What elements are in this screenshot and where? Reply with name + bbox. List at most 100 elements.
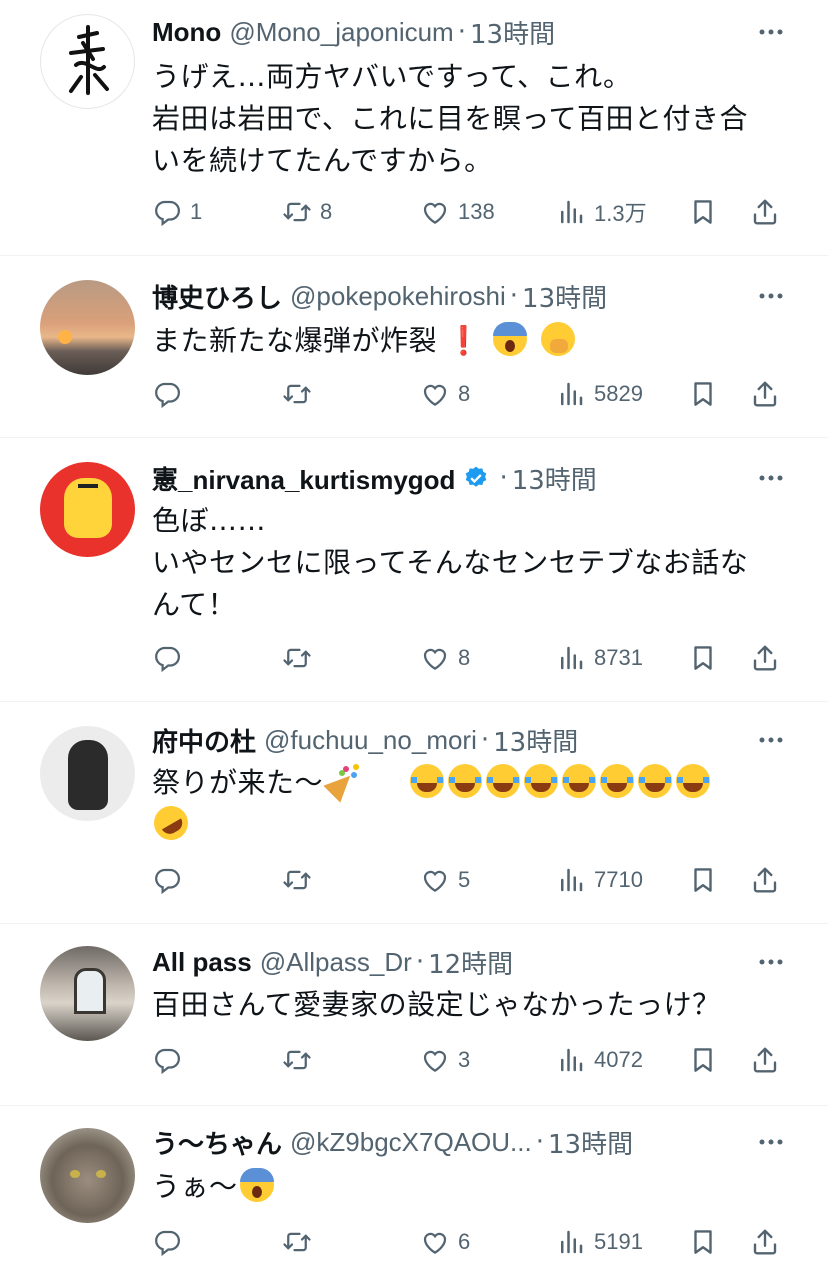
- more-icon[interactable]: [754, 286, 788, 306]
- more-icon[interactable]: [754, 1132, 788, 1152]
- more-icon[interactable]: [754, 22, 788, 42]
- timestamp[interactable]: 13時間: [548, 1124, 633, 1161]
- views-button[interactable]: 4072: [556, 1040, 643, 1080]
- avatar[interactable]: [40, 462, 135, 557]
- views-button[interactable]: 7710: [556, 860, 643, 900]
- bookmark-button[interactable]: [688, 1222, 718, 1262]
- like-button[interactable]: 5: [420, 860, 470, 900]
- display-name[interactable]: Mono: [152, 17, 221, 48]
- retweet-button[interactable]: [282, 1222, 312, 1262]
- timestamp[interactable]: 13時間: [522, 278, 607, 315]
- share-button[interactable]: [750, 1040, 780, 1080]
- user-handle[interactable]: @Mono_japonicum: [229, 17, 453, 48]
- like-icon: [420, 1227, 450, 1257]
- retweet-button[interactable]: [282, 374, 312, 414]
- timestamp[interactable]: 13時間: [470, 14, 555, 51]
- tweet-text: うぁ〜: [152, 1166, 784, 1208]
- display-name[interactable]: All pass: [152, 947, 252, 978]
- reply-button[interactable]: 1: [152, 192, 202, 232]
- retweet-icon: [282, 865, 312, 895]
- tweet-text: うげえ…両方ヤバいですって、これ。 岩田は岩田で、これに目を瞑って百田と付き合 いを…: [152, 56, 784, 182]
- user-handle[interactable]: @pokepokehiroshi: [290, 281, 506, 312]
- exclamation-emoji: ❗: [446, 324, 482, 357]
- reply-count: 1: [190, 199, 203, 224]
- reply-icon: [152, 1227, 182, 1257]
- timestamp[interactable]: 12時間: [428, 944, 513, 981]
- user-handle[interactable]: @kZ9bgcX7QAOU...: [290, 1127, 532, 1158]
- share-button[interactable]: [750, 638, 780, 678]
- rolling-on-floor-laughing-emoji: [147, 799, 195, 847]
- bookmark-button[interactable]: [688, 1040, 718, 1080]
- views-button[interactable]: 8731: [556, 638, 643, 678]
- views-button[interactable]: 5191: [556, 1222, 643, 1262]
- retweet-button[interactable]: 8: [282, 192, 332, 232]
- reply-button[interactable]: [152, 374, 182, 414]
- views-button[interactable]: 1.3万: [556, 192, 647, 232]
- share-button[interactable]: [750, 860, 780, 900]
- retweet-button[interactable]: [282, 860, 312, 900]
- timestamp[interactable]: 13時間: [493, 722, 578, 759]
- bookmark-icon: [688, 643, 718, 673]
- action-bar: 1 8 138 1.3万: [152, 192, 792, 232]
- display-name[interactable]: 博史ひろし: [152, 278, 282, 315]
- verified-badge-icon: [466, 466, 487, 487]
- tweet[interactable]: Mono @Mono_japonicum · 13時間 うげえ…両方ヤバいですっ…: [0, 0, 828, 256]
- tweet[interactable]: う〜ちゃん @kZ9bgcX7QAOU... · 13時間 うぁ〜 6 5191: [0, 1106, 828, 1276]
- bookmark-button[interactable]: [688, 374, 718, 414]
- more-icon[interactable]: [754, 468, 788, 488]
- views-count: 5191: [594, 1229, 643, 1254]
- more-icon[interactable]: [754, 730, 788, 750]
- display-name[interactable]: 府中の杜: [152, 722, 256, 759]
- timestamp[interactable]: 13時間: [512, 460, 597, 497]
- retweet-icon: [282, 379, 312, 409]
- views-button[interactable]: 5829: [556, 374, 643, 414]
- reply-button[interactable]: [152, 638, 182, 678]
- avatar[interactable]: [40, 280, 135, 375]
- like-icon: [420, 1045, 450, 1075]
- tweet[interactable]: All pass @Allpass_Dr · 12時間 百田さんて愛妻家の設定じ…: [0, 924, 828, 1106]
- display-name[interactable]: 憲_nirvana_kurtismygod: [152, 460, 455, 497]
- tweet-text-line: いやセンセに限ってそんなセンセテブなお話な: [152, 546, 749, 579]
- more-icon[interactable]: [754, 952, 788, 972]
- share-button[interactable]: [750, 1222, 780, 1262]
- tweet[interactable]: 府中の杜 @fuchuu_no_mori · 13時間 祭りが来た〜 5 771…: [0, 702, 828, 924]
- like-button[interactable]: 6: [420, 1222, 470, 1262]
- tweet-text-line: 祭りが来た〜: [152, 766, 324, 799]
- tweet-text-line: んて！: [152, 588, 237, 621]
- views-icon: [556, 197, 586, 227]
- user-handle[interactable]: @Allpass_Dr: [260, 947, 412, 978]
- bookmark-icon: [688, 379, 718, 409]
- user-handle[interactable]: @fuchuu_no_mori: [264, 725, 477, 756]
- share-button[interactable]: [750, 192, 780, 232]
- share-button[interactable]: [750, 374, 780, 414]
- avatar[interactable]: [40, 946, 135, 1041]
- display-name[interactable]: う〜ちゃん: [152, 1124, 282, 1161]
- reply-button[interactable]: [152, 1222, 182, 1262]
- action-bar: 5 7710: [152, 860, 792, 900]
- retweet-icon: [282, 1045, 312, 1075]
- like-button[interactable]: 8: [420, 638, 470, 678]
- like-button[interactable]: 138: [420, 192, 495, 232]
- share-icon: [750, 197, 780, 227]
- avatar[interactable]: [40, 14, 135, 109]
- like-icon: [420, 379, 450, 409]
- cat-eye-left: [70, 1170, 80, 1178]
- tweet[interactable]: 博史ひろし @pokepokehiroshi · 13時間 また新たな爆弾が炸裂…: [0, 256, 828, 438]
- bookmark-button[interactable]: [688, 860, 718, 900]
- tears-of-joy-emoji: [638, 764, 673, 798]
- retweet-button[interactable]: [282, 1040, 312, 1080]
- avatar[interactable]: [40, 726, 135, 821]
- bookmark-button[interactable]: [688, 638, 718, 678]
- reply-button[interactable]: [152, 860, 182, 900]
- like-button[interactable]: 3: [420, 1040, 470, 1080]
- avatar[interactable]: [40, 1128, 135, 1223]
- like-count: 3: [458, 1047, 471, 1072]
- tears-of-joy-emoji: [410, 764, 445, 798]
- bookmark-button[interactable]: [688, 192, 718, 232]
- retweet-button[interactable]: [282, 638, 312, 678]
- like-button[interactable]: 8: [420, 374, 470, 414]
- reply-button[interactable]: [152, 1040, 182, 1080]
- views-count: 1.3万: [594, 201, 647, 226]
- tweet[interactable]: 憲_nirvana_kurtismygod · 13時間 色ぼ…… いやセンセに限…: [0, 438, 828, 702]
- share-icon: [750, 379, 780, 409]
